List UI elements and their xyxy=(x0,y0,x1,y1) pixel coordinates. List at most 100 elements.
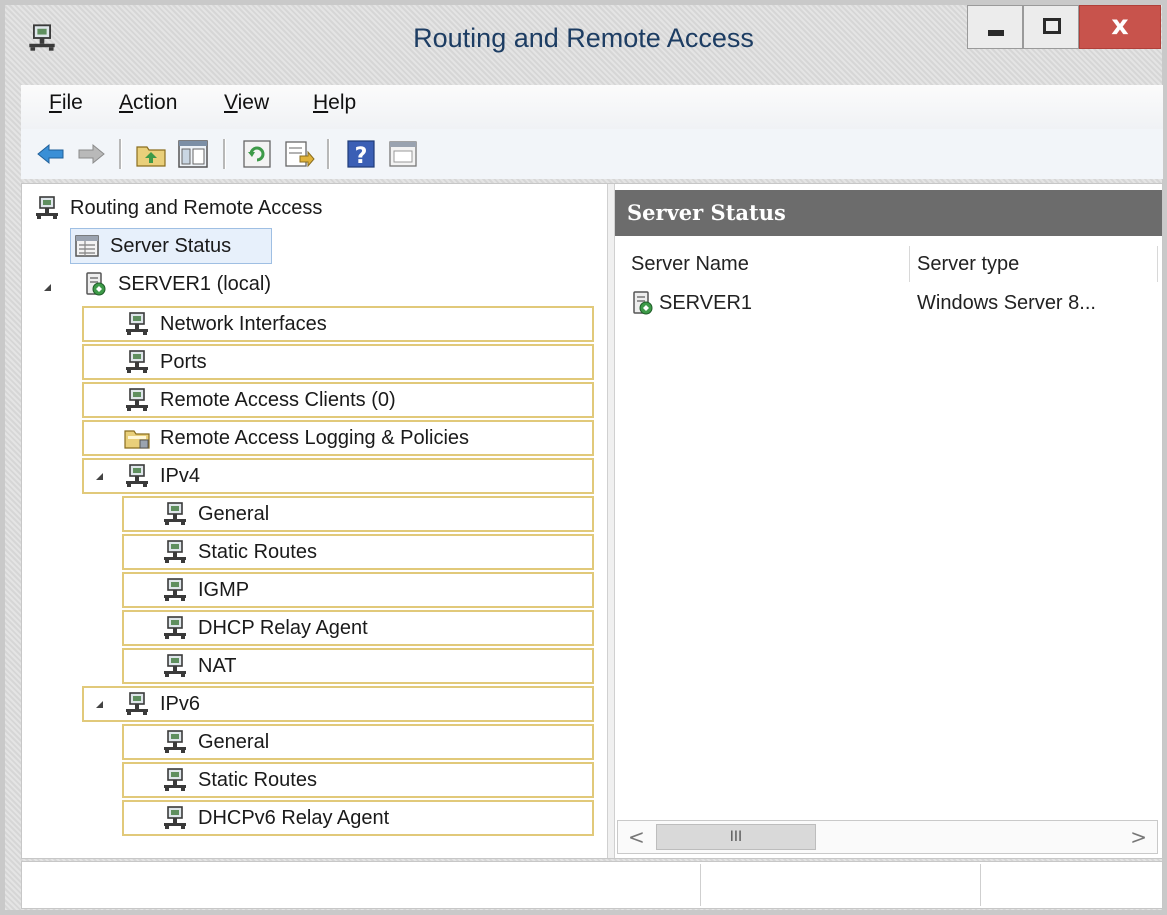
help-icon[interactable]: ? xyxy=(345,138,377,170)
tree-item-label: DHCP Relay Agent xyxy=(198,616,368,639)
refresh-icon[interactable] xyxy=(241,138,273,170)
network-icon xyxy=(124,463,150,489)
results-pane: Server Status Server Name Server type SE… xyxy=(615,184,1162,858)
network-icon xyxy=(162,615,188,641)
collapse-arrow-icon[interactable] xyxy=(44,284,51,291)
scroll-thumb[interactable]: III xyxy=(656,824,816,850)
tree-item-ipv4-igmp[interactable]: IGMP xyxy=(122,572,594,608)
horizontal-scrollbar[interactable]: < III > xyxy=(617,820,1158,854)
tree-item-ipv4-static-routes[interactable]: Static Routes xyxy=(122,534,594,570)
scroll-right-icon[interactable]: > xyxy=(1130,825,1147,849)
server-icon xyxy=(629,290,655,316)
tree-item-label: SERVER1 (local) xyxy=(118,272,272,295)
status-bar xyxy=(21,861,1163,909)
network-icon xyxy=(162,577,188,603)
tree-item-ipv6-dhcpv6-relay[interactable]: DHCPv6 Relay Agent xyxy=(122,800,594,836)
tree-item-label: General xyxy=(198,730,270,753)
pane-splitter[interactable] xyxy=(607,184,615,858)
tree-item-label: IPv4 xyxy=(160,464,201,487)
tree-item-ipv6[interactable]: IPv6 xyxy=(82,686,594,722)
network-icon xyxy=(124,691,150,717)
tree-item-remote-access-clients[interactable]: Remote Access Clients (0) xyxy=(82,382,594,418)
up-folder-icon[interactable] xyxy=(135,138,167,170)
maximize-button[interactable] xyxy=(1023,5,1079,49)
column-divider[interactable] xyxy=(1157,246,1158,282)
tree-item-label: DHCPv6 Relay Agent xyxy=(198,806,390,829)
tree-item-ipv4-nat[interactable]: NAT xyxy=(122,648,594,684)
menu-file[interactable]: File xyxy=(49,91,83,115)
network-icon xyxy=(162,805,188,831)
maximize-icon xyxy=(1043,18,1061,34)
console-body: Routing and Remote Access Server Status … xyxy=(21,183,1163,859)
toolbar-separator xyxy=(327,139,330,169)
menu-help-mnemonic: H xyxy=(313,91,329,114)
menu-bar: File Action View Help xyxy=(21,85,1163,129)
tree-item-logging-policies[interactable]: Remote Access Logging & Policies xyxy=(82,420,594,456)
tree-item-label: Server Status xyxy=(110,234,232,257)
svg-text:?: ? xyxy=(355,144,368,169)
export-list-icon[interactable] xyxy=(283,138,315,170)
network-icon xyxy=(162,539,188,565)
tree-item-label: NAT xyxy=(198,654,237,677)
back-arrow-icon[interactable] xyxy=(35,138,67,170)
tree-item-label: General xyxy=(198,502,270,525)
menu-view-mnemonic: V xyxy=(224,91,238,114)
console-tree-pane[interactable]: Routing and Remote Access Server Status … xyxy=(22,184,607,858)
network-icon xyxy=(162,653,188,679)
tree-item-ipv4-dhcp-relay[interactable]: DHCP Relay Agent xyxy=(122,610,594,646)
network-icon xyxy=(124,387,150,413)
folder-icon xyxy=(124,425,150,451)
menu-action-label: ction xyxy=(133,91,178,114)
forward-arrow-icon[interactable] xyxy=(75,138,107,170)
toolbar-separator xyxy=(223,139,226,169)
tree-item-network-interfaces[interactable]: Network Interfaces xyxy=(82,306,594,342)
network-icon xyxy=(162,729,188,755)
tree-item-label: Static Routes xyxy=(198,540,317,563)
status-divider xyxy=(980,864,981,906)
tree-item-label: IPv6 xyxy=(160,692,201,715)
tree-item-label: Remote Access Clients (0) xyxy=(160,388,396,411)
tree-item-ipv6-general[interactable]: General xyxy=(122,724,594,760)
close-icon: x xyxy=(1111,10,1129,41)
scroll-left-icon[interactable]: < xyxy=(628,825,645,849)
menu-action[interactable]: Action xyxy=(119,91,177,115)
network-icon xyxy=(124,349,150,375)
tree-item-label: Static Routes xyxy=(198,768,317,791)
column-divider[interactable] xyxy=(909,246,910,282)
tree-item-ipv4-general[interactable]: General xyxy=(122,496,594,532)
menu-view-label: iew xyxy=(237,91,270,114)
server-name-value: SERVER1 xyxy=(659,292,753,314)
status-divider xyxy=(700,864,701,906)
app-window: Routing and Remote Access x File Action … xyxy=(0,0,1167,915)
console-tree-icon[interactable] xyxy=(387,138,419,170)
tree-root[interactable]: Routing and Remote Access xyxy=(34,190,574,226)
tree-item-server1[interactable]: SERVER1 (local) xyxy=(82,266,382,302)
title-bar[interactable]: Routing and Remote Access x xyxy=(5,5,1162,83)
tree-item-label: IGMP xyxy=(198,578,250,601)
menu-view[interactable]: View xyxy=(224,91,269,115)
column-header-server-name[interactable]: Server Name xyxy=(631,246,901,282)
minimize-icon xyxy=(988,30,1004,36)
tree-item-ipv4[interactable]: IPv4 xyxy=(82,458,594,494)
tree-item-ports[interactable]: Ports xyxy=(82,344,594,380)
toolbar-separator xyxy=(119,139,122,169)
column-header-server-type[interactable]: Server type xyxy=(917,246,1157,282)
tree-item-server-status[interactable]: Server Status xyxy=(70,228,272,264)
network-icon xyxy=(162,767,188,793)
menu-action-mnemonic: A xyxy=(119,91,134,114)
collapse-arrow-icon[interactable] xyxy=(96,701,103,708)
show-hide-tree-icon[interactable] xyxy=(177,138,209,170)
close-button[interactable]: x xyxy=(1079,5,1161,49)
results-header: Server Status xyxy=(615,190,1162,236)
network-icon xyxy=(162,501,188,527)
toolbar: ? xyxy=(21,129,1163,179)
menu-file-label: ile xyxy=(61,91,83,114)
server-row-name[interactable]: SERVER1 xyxy=(629,286,909,320)
minimize-button[interactable] xyxy=(967,5,1023,49)
tree-item-label: Remote Access Logging & Policies xyxy=(160,426,470,449)
menu-help-label: elp xyxy=(328,91,357,114)
menu-help[interactable]: Help xyxy=(313,91,356,115)
tree-item-ipv6-static-routes[interactable]: Static Routes xyxy=(122,762,594,798)
server-status-icon xyxy=(74,233,100,259)
collapse-arrow-icon[interactable] xyxy=(96,473,103,480)
